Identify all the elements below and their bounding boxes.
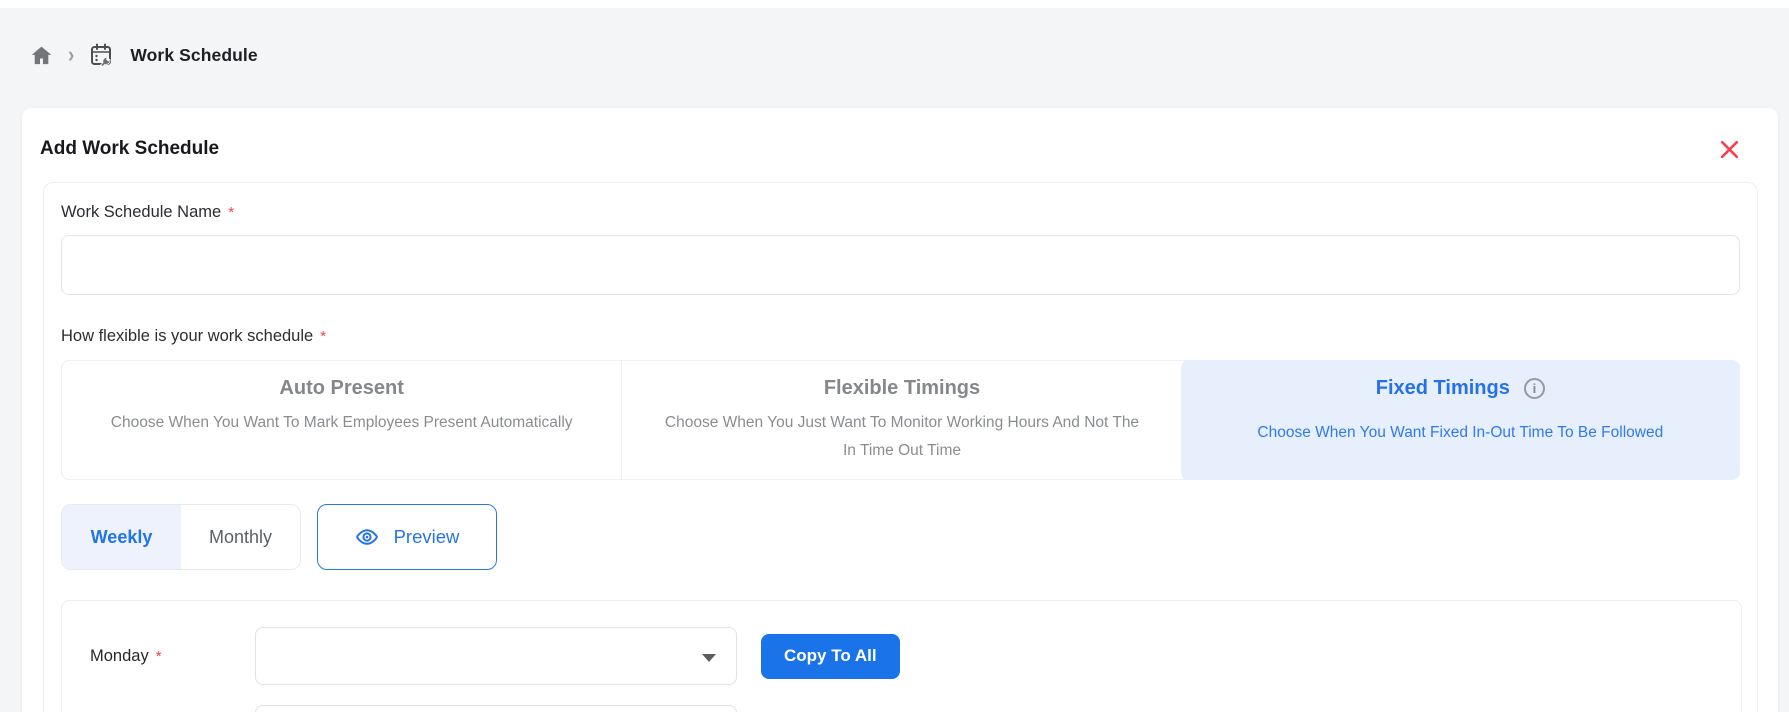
monday-extra-shift-row — [90, 705, 1741, 712]
monday-row: Monday * Copy To All — [90, 627, 1741, 685]
required-asterisk: * — [320, 328, 327, 345]
form-panel: Work Schedule Name * How flexible is your… — [43, 182, 1758, 712]
monday-shift-select-2[interactable] — [255, 705, 737, 712]
preview-button[interactable]: Preview — [317, 504, 497, 570]
close-icon[interactable] — [1720, 139, 1740, 159]
work-schedule-name-input[interactable] — [61, 235, 1740, 295]
schedule-view-controls: Weekly Monthly Preview — [61, 504, 1740, 570]
breadcrumb-page-title: Work Schedule — [130, 44, 258, 65]
view-tab-group: Weekly Monthly — [61, 504, 301, 570]
eye-icon — [355, 529, 378, 545]
work-schedule-name-label: Work Schedule Name * — [61, 203, 235, 221]
modal-header: Add Work Schedule — [22, 108, 1778, 162]
chevron-down-icon — [702, 654, 716, 662]
tab-monthly[interactable]: Monthly — [181, 505, 300, 569]
option-description: Choose When You Want To Mark Employees P… — [110, 414, 573, 431]
option-title: Fixed Timings i — [1221, 375, 1700, 401]
home-icon[interactable] — [30, 44, 53, 67]
option-title: Auto Present — [279, 377, 404, 399]
preview-button-label: Preview — [393, 526, 460, 547]
tab-weekly[interactable]: Weekly — [62, 505, 181, 569]
flexibility-options: Auto Present Choose When You Want To Mar… — [61, 360, 1740, 480]
option-title: Flexible Timings — [823, 377, 981, 399]
add-work-schedule-modal: Add Work Schedule Work Schedule Name * Ho… — [22, 108, 1778, 712]
flexibility-label: How flexible is your work schedule * — [61, 327, 327, 345]
option-description: Choose When You Want Fixed In-Out Time T… — [1257, 424, 1664, 441]
monday-label: Monday * — [90, 646, 162, 665]
monday-shift-select[interactable] — [255, 627, 737, 685]
required-asterisk: * — [155, 647, 162, 665]
info-icon[interactable]: i — [1523, 377, 1545, 399]
option-fixed-timings[interactable]: Fixed Timings i Choose When You Want Fix… — [1180, 360, 1740, 480]
top-strip — [0, 0, 1789, 8]
option-auto-present[interactable]: Auto Present Choose When You Want To Mar… — [62, 361, 621, 479]
work-schedule-icon — [89, 42, 115, 68]
required-asterisk: * — [228, 204, 235, 221]
option-flexible-timings[interactable]: Flexible Timings Choose When You Just Wa… — [621, 361, 1181, 479]
modal-title: Add Work Schedule — [40, 138, 220, 159]
chevron-right-icon: › — [68, 42, 75, 68]
copy-to-all-button[interactable]: Copy To All — [761, 633, 900, 679]
weekly-schedule-section: Monday * Copy To All — [61, 600, 1742, 712]
breadcrumb: › Work Schedule — [30, 40, 1789, 70]
option-description: Choose When You Just Want To Monitor Wor… — [664, 414, 1140, 459]
